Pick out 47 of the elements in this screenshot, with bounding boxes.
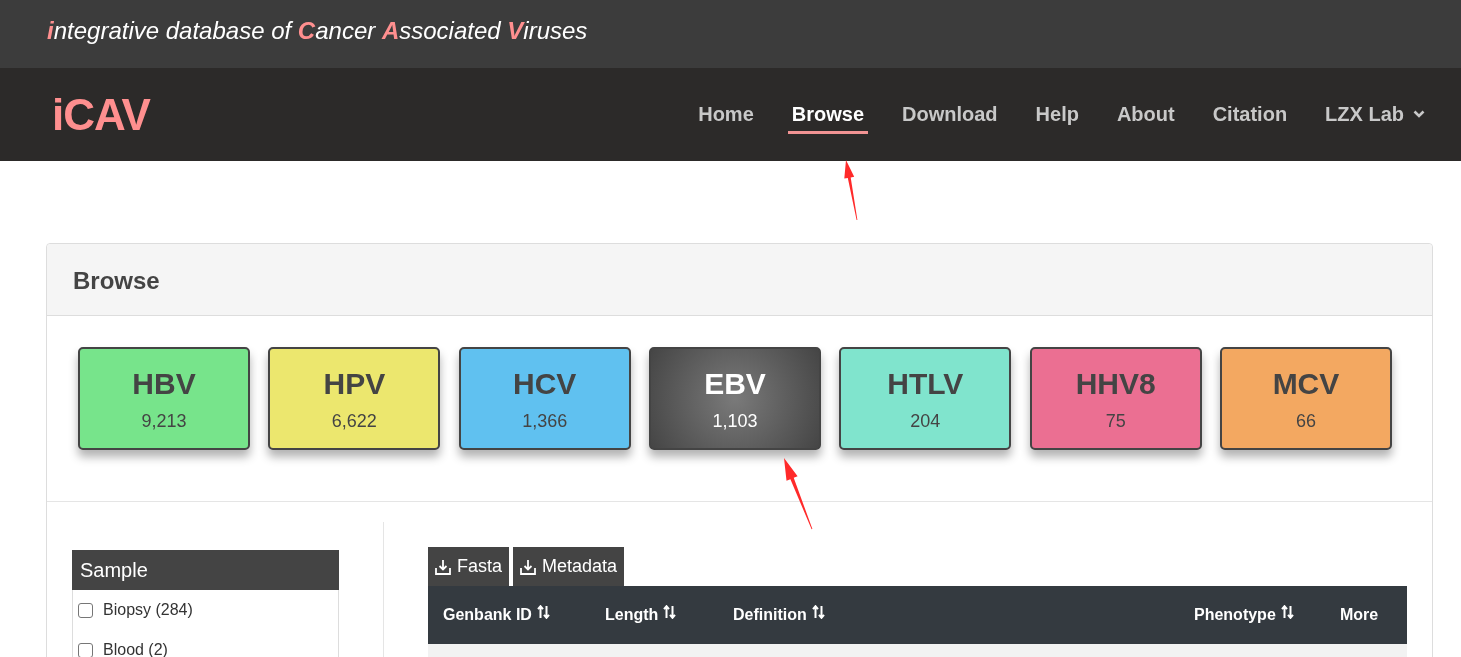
site-tagline: integrative database of Cancer Associated Viruses	[47, 16, 588, 46]
sequence-count: 1,103	[712, 410, 758, 432]
sort-icon[interactable]	[536, 605, 550, 619]
filter-title: Sample	[80, 558, 148, 583]
virus-name: HTLV	[887, 367, 964, 401]
nav-menu[interactable]: LZX Lab	[1321, 95, 1429, 134]
chevron-down-icon	[1413, 110, 1425, 118]
sequence-count: 1,366	[522, 410, 568, 432]
virus-card[interactable]: HCV 1,366	[458, 347, 631, 450]
virus-name: HCV	[513, 367, 577, 401]
virus-name: MCV	[1272, 367, 1340, 401]
column-header[interactable]: Length	[605, 603, 733, 627]
nav-link[interactable]: Browse	[787, 95, 868, 134]
sequence-count: 9,213	[141, 410, 187, 432]
column-header: More	[1340, 605, 1380, 625]
sort-icon[interactable]	[1280, 605, 1294, 619]
download-button[interactable]: Metadata	[513, 547, 625, 586]
sequence-count: 66	[1295, 410, 1316, 432]
virus-card[interactable]: HPV 6,622	[268, 347, 441, 450]
download-icon	[520, 558, 537, 575]
virus-name: HPV	[323, 367, 386, 401]
nav-link[interactable]: Help	[1031, 95, 1083, 134]
column-header[interactable]: Definition	[733, 603, 1194, 627]
sequence-count: 204	[910, 410, 941, 432]
download-icon	[435, 558, 451, 575]
nav-link[interactable]: About	[1112, 95, 1179, 134]
virus-name: EBV	[704, 367, 766, 401]
nav-link[interactable]: Home	[694, 95, 758, 134]
checkbox[interactable]	[78, 602, 93, 618]
virus-card[interactable]: HTLV 204	[839, 347, 1012, 450]
sort-icon[interactable]	[663, 605, 677, 619]
virus-name: HHV8	[1075, 367, 1156, 401]
virus-card[interactable]: MCV 66	[1219, 347, 1392, 450]
column-header[interactable]: Genbank ID	[443, 603, 605, 627]
panel-title: Browse	[73, 265, 160, 296]
column-header[interactable]: Phenotype	[1194, 603, 1340, 627]
checkbox[interactable]	[78, 642, 93, 657]
sequence-count: 75	[1105, 410, 1126, 432]
filter-option-label: Biopsy (284)	[103, 600, 193, 620]
virus-card[interactable]: HBV 9,213	[78, 347, 250, 450]
download-button[interactable]: Fasta	[428, 547, 510, 586]
sequence-count: 6,622	[331, 410, 377, 432]
nav-link[interactable]: Download	[898, 95, 1002, 134]
site-logo[interactable]: iCAV	[52, 89, 150, 140]
nav-link[interactable]: Citation	[1208, 95, 1292, 134]
virus-name: HBV	[132, 367, 196, 401]
sort-icon[interactable]	[811, 605, 825, 619]
